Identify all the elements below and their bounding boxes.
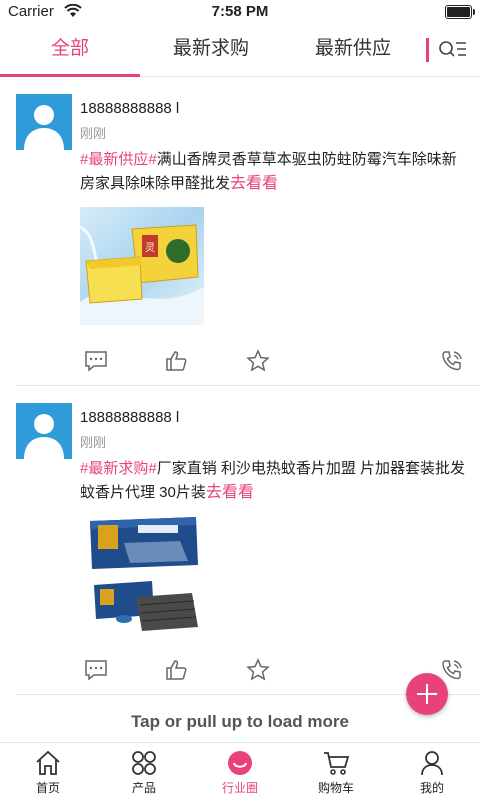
post-tag[interactable]: #最新供应# [80,151,157,168]
user-avatar-icon [24,414,64,459]
post-content: #最新供应#满山香牌灵香草草本驱虫防蛀防霉汽车除味新房家具除味除甲醛批发去看看 [80,148,470,196]
nav-home-label: 首页 [35,781,60,795]
like-icon[interactable] [164,349,188,373]
favorite-star-icon[interactable] [246,349,270,373]
poster-name[interactable]: 18888888888 l [80,100,179,117]
view-more-link[interactable]: 去看看 [230,175,278,192]
tab-latest-supply[interactable]: 最新供应 [282,24,424,74]
clock: 7:58 PM [211,3,269,20]
product-image[interactable]: 灵 [80,207,204,325]
battery-icon [445,5,475,19]
status-bar: Carrier 7:58 PM [0,0,480,24]
bottom-nav: 首页 产品 行业圈 购物车 我的 [0,742,480,801]
nav-profile[interactable]: 我的 [384,743,480,801]
poster-name[interactable]: 18888888888 l [80,409,179,426]
phone-call-icon[interactable] [440,658,464,682]
post-content: #最新求购#厂家直销 利沙电热蚊香片加盟 片加器套装批发 蚊香片代理 30片装去… [80,457,470,505]
like-icon[interactable] [164,658,188,682]
active-tab-indicator [0,74,140,77]
tab-all[interactable]: 全部 [0,24,140,74]
nav-industry-circle[interactable]: 行业圈 [192,743,288,801]
tab-bar: 全部 最新求购 最新供应 [0,24,480,77]
search-filter-icon[interactable] [438,38,468,62]
home-icon [36,750,60,775]
tab-separator [426,38,429,62]
nav-profile-label: 我的 [419,781,444,795]
nav-products[interactable]: 产品 [96,743,192,801]
favorite-star-icon[interactable] [246,658,270,682]
post-time: 刚刚 [80,126,107,141]
avatar[interactable] [16,94,72,150]
avatar[interactable] [16,403,72,459]
view-more-link[interactable]: 去看看 [206,484,254,501]
post-time: 刚刚 [80,435,107,450]
nav-industry-circle-label: 行业圈 [221,781,258,795]
nav-cart-label: 购物车 [317,781,354,795]
comment-icon[interactable] [84,658,108,682]
nav-cart[interactable]: 购物车 [288,743,384,801]
phone-call-icon[interactable] [440,349,464,373]
smile-icon [228,751,252,775]
post-tag[interactable]: #最新求购# [80,460,157,477]
post-divider [16,385,480,386]
nav-products-label: 产品 [131,781,156,795]
user-avatar-icon [24,105,64,150]
nav-home[interactable]: 首页 [0,743,96,801]
tab-latest-purchase[interactable]: 最新求购 [140,24,282,74]
grid-icon [132,751,156,775]
comment-icon[interactable] [84,349,108,373]
cart-icon [324,752,350,775]
svg-text:灵: 灵 [145,242,155,254]
load-more-hint[interactable]: Tap or pull up to load more [0,708,480,736]
user-icon [421,751,443,776]
product-image[interactable] [80,513,204,641]
